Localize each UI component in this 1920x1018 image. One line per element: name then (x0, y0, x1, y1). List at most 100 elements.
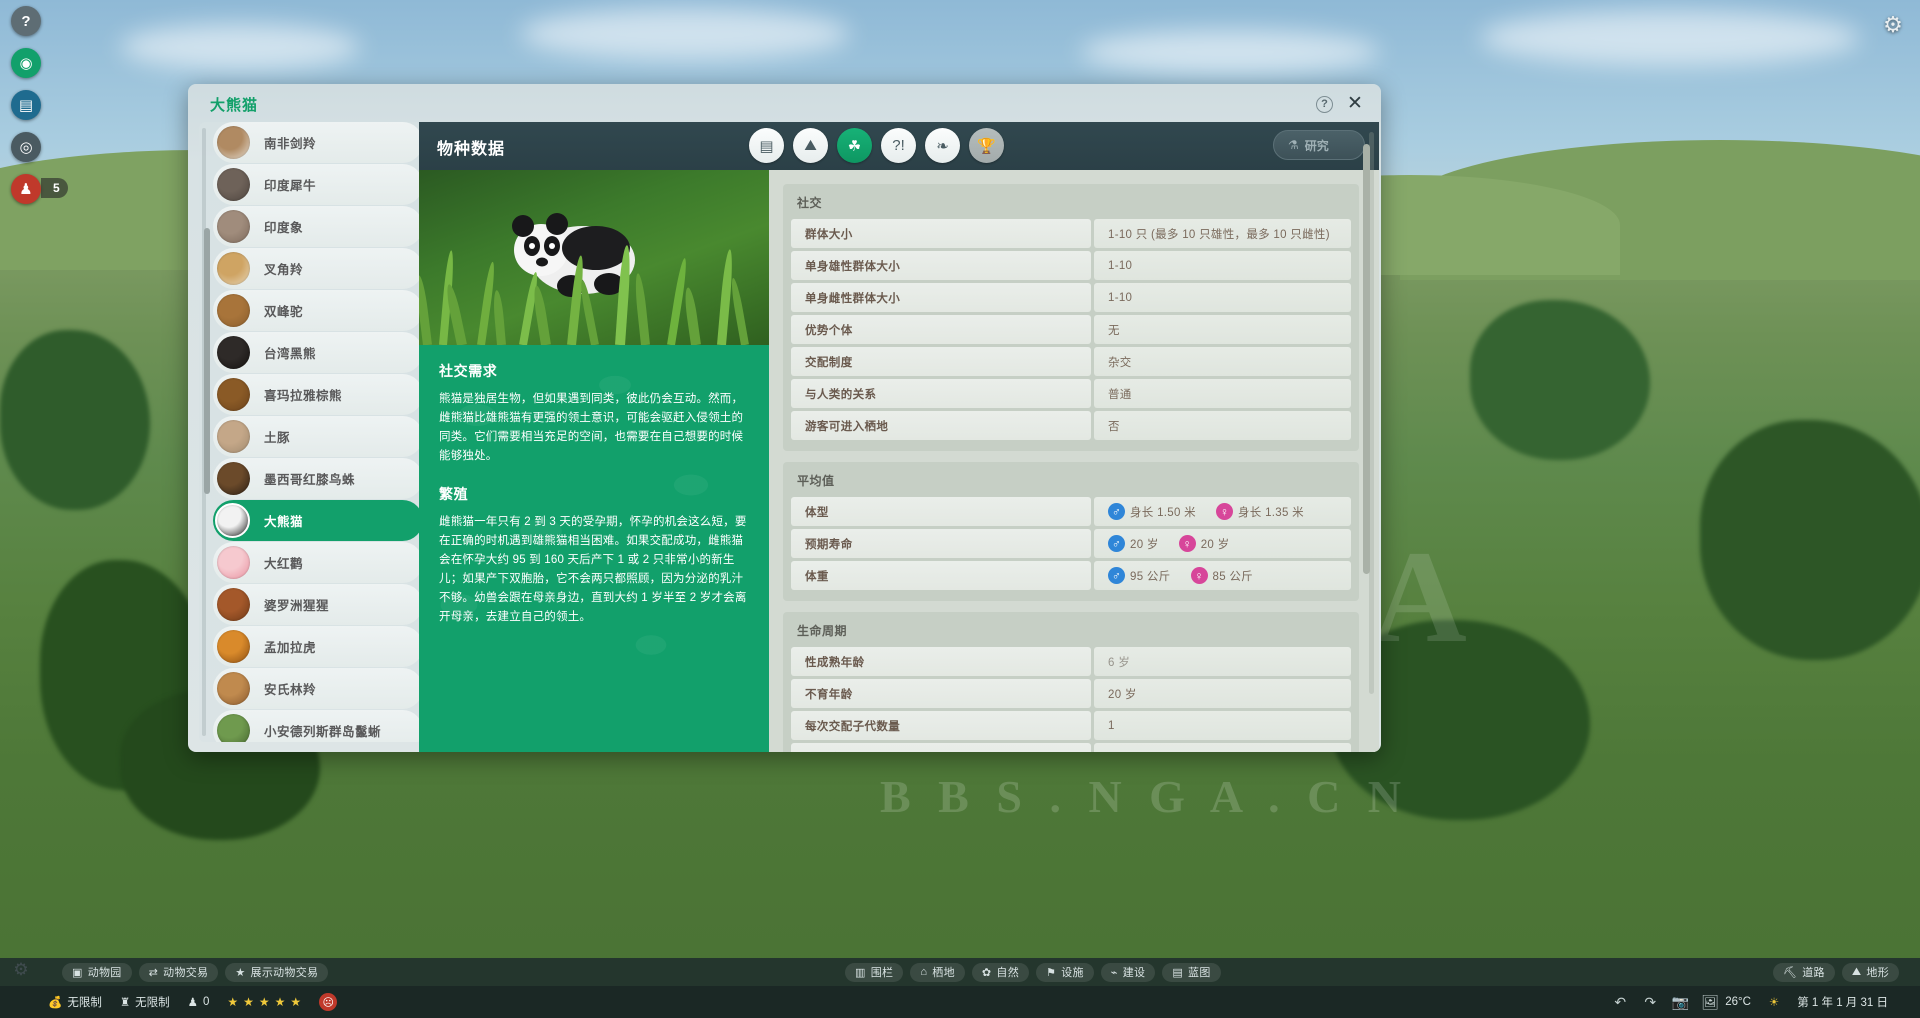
toolbar-button[interactable]: ✿ 自然 (971, 962, 1030, 982)
lesser-antillean-iguana-avatar (217, 714, 250, 742)
bongo-avatar (217, 672, 250, 705)
close-icon[interactable]: ✕ (1345, 94, 1365, 114)
toolbar-button[interactable]: ⚑ 设施 (1036, 962, 1094, 982)
bottom-toolbar: ▣ 动物园 ⇄ 动物交易 ★ 展示动物交易 ▥ 围栏 ⌂ 栖地 ✿ 自然 ⚑ 设施 ⌁ 建设 ▤ 蓝图 ⛏ 道路 ⛰… (0, 958, 1920, 986)
tab-animals[interactable]: ❧ (925, 128, 960, 163)
species-list-item[interactable]: 台湾黑熊 (213, 332, 423, 373)
tab-welfare[interactable]: ?! (881, 128, 916, 163)
male-symbol-icon: ♂ (1108, 567, 1125, 584)
species-list-item-label: 印度犀牛 (264, 179, 317, 193)
stats-scrollbar-thumb[interactable] (1363, 144, 1370, 574)
gender-value-text: 95 公斤 (1130, 570, 1171, 583)
species-list-item[interactable]: 喜玛拉雅棕熊 (213, 374, 423, 415)
species-scrollbar-thumb[interactable] (204, 228, 210, 494)
species-list-item[interactable]: 小安德列斯群岛鬣蜥 (213, 710, 423, 742)
undo-icon[interactable]: ↶ (1609, 991, 1631, 1013)
guest-mood-icon: ☹ (319, 993, 338, 1011)
species-list-item-label: 喜玛拉雅棕熊 (264, 389, 343, 403)
stat-key: 体重 (791, 561, 1091, 590)
species-photo (419, 170, 769, 345)
species-list-item-label: 安氏林羚 (264, 683, 317, 697)
stat-value: ♂ 95 公斤 ♀ 85 公斤 (1094, 561, 1351, 590)
photo-icon[interactable]: 🖼 (1699, 991, 1721, 1013)
toolbar-button[interactable]: ▥ 围栏 (845, 962, 904, 982)
species-list-item[interactable]: 土豚 (213, 416, 423, 457)
toolbar-button[interactable]: ⛰ 地形 (1841, 962, 1899, 982)
tab-habitat[interactable]: ⛰ (793, 128, 828, 163)
help-icon[interactable]: ? (11, 6, 41, 36)
gender-value-chip: ♂ 20 岁 (1108, 535, 1159, 552)
toolbar-button[interactable]: ★ 展示动物交易 (225, 962, 329, 982)
eye-icon[interactable]: ◎ (11, 132, 41, 162)
toolbar-button[interactable]: ⌂ 栖地 (910, 962, 965, 982)
toolbar-button-label: 动物园 (87, 967, 122, 979)
stat-key: 妊娠/孵化期 (791, 743, 1091, 752)
pronghorn-antelope-avatar (217, 252, 250, 285)
toolbar-button[interactable]: ⌁ 建设 (1100, 962, 1156, 982)
toolbar-button[interactable]: ⇄ 动物交易 (138, 962, 219, 982)
toolbar-button[interactable]: ▤ 蓝图 (1162, 962, 1221, 982)
toolbar-button-label: 设施 (1061, 967, 1084, 979)
species-list-item[interactable]: 孟加拉虎 (213, 626, 423, 667)
stats-column: 社交 群体大小 1-10 只 (最多 10 只雄性，最多 10 只雌性) 单身雄性群体… (769, 170, 1379, 752)
toolbar-button-label: 展示动物交易 (250, 967, 319, 979)
gender-value-text: 身长 1.35 米 (1237, 506, 1304, 519)
redo-icon[interactable]: ↷ (1639, 991, 1661, 1013)
stat-key: 体型 (791, 497, 1091, 526)
species-scrollbar-track[interactable] (202, 128, 210, 736)
species-list-item[interactable]: 南非剑羚 (213, 122, 423, 163)
calendar-icon[interactable]: ▤ (11, 90, 41, 120)
cloud-decoration (1480, 10, 1860, 66)
notification-icon[interactable]: ◉ (11, 48, 41, 78)
settings-gear-icon[interactable]: ⚙ (1880, 12, 1906, 38)
gender-value-chip: ♀ 85 公斤 (1190, 567, 1254, 584)
tab-icon: ?! (892, 137, 905, 154)
rail-badge: 5 (41, 178, 68, 198)
stat-value: 5 个月 (1094, 743, 1351, 752)
guest-icon[interactable]: ♟ 5 (11, 174, 68, 204)
tab-icon: ▤ (759, 137, 774, 155)
tab-species-data[interactable]: ☘ (837, 128, 872, 163)
toolbar-button[interactable]: ▣ 动物园 (62, 962, 132, 982)
star-icon: ★ (227, 995, 239, 1009)
camera-icon[interactable]: 📷 (1669, 991, 1691, 1013)
left-icon-rail: ? ◉ ▤ ◎ ♟ 5 (6, 6, 68, 216)
female-symbol-icon: ♀ (1190, 567, 1208, 584)
species-list-item[interactable]: 印度犀牛 (213, 164, 423, 205)
toolbar-button-icon: ⛰ (1851, 965, 1862, 978)
gender-value-text: 85 公斤 (1212, 570, 1253, 583)
species-list-item[interactable]: 婆罗洲猩猩 (213, 584, 423, 625)
tree-decoration (0, 330, 150, 510)
rail-glyph: ▤ (18, 97, 34, 114)
toolbar-button-label: 动物交易 (163, 967, 209, 979)
tab-overview[interactable]: ▤ (749, 128, 784, 163)
species-list-item[interactable]: 大红鹳 (213, 542, 423, 583)
stat-value: 20 岁 (1094, 679, 1351, 708)
stat-value: 杂交 (1094, 347, 1351, 376)
description-area: 社交需求 熊猫是独居生物，但如果遇到同类，彼此仍会互动。然而，雌熊猫比雄熊猫有更强… (419, 345, 769, 752)
research-button[interactable]: ⚗ 研究 (1273, 130, 1365, 160)
stats-scrollbar-track[interactable] (1363, 132, 1374, 694)
greater-flamingo-avatar (217, 546, 250, 579)
toolbar-button[interactable]: ⛏ 道路 (1772, 962, 1835, 982)
zoo-rating-stars: ★ ★ ★ ★ ★ (227, 995, 301, 1009)
species-list-item[interactable]: 大熊猫 (213, 500, 423, 541)
tab-achievements[interactable]: 🏆 (969, 128, 1004, 163)
toolbar-button-label: 围栏 (870, 967, 894, 979)
species-list-item[interactable]: 安氏林羚 (213, 668, 423, 709)
species-list-item-label: 双峰驼 (264, 305, 304, 319)
stat-value: ♂ 身长 1.50 米 ♀ 身长 1.35 米 (1094, 497, 1351, 526)
stat-group: 社交 群体大小 1-10 只 (最多 10 只雄性，最多 10 只雌性) 单身雄性群体… (783, 184, 1359, 451)
tab-icon: ☘ (847, 137, 862, 155)
toolbar-button-label: 道路 (1802, 967, 1825, 979)
species-list-item[interactable]: 印度象 (213, 206, 423, 247)
help-icon[interactable]: ? (1316, 96, 1333, 113)
status-bar-right: ↶ ↷ 📷 🖼 26°C ☀ 第 1 年 1 月 31 日 (1605, 991, 1906, 1013)
stat-value: 1-10 (1094, 283, 1351, 312)
indian-elephant-avatar (217, 210, 250, 243)
status-bar-left: 💰 无限制 ♜ 无限制 ♟ 0 ★ ★ ★ ★ ★ ☹ (48, 993, 338, 1011)
research-button-label: 研究 (1304, 138, 1329, 153)
species-list-item[interactable]: 墨西哥红膝鸟蛛 (213, 458, 423, 499)
species-list-item[interactable]: 叉角羚 (213, 248, 423, 289)
species-list-item[interactable]: 双峰驼 (213, 290, 423, 331)
